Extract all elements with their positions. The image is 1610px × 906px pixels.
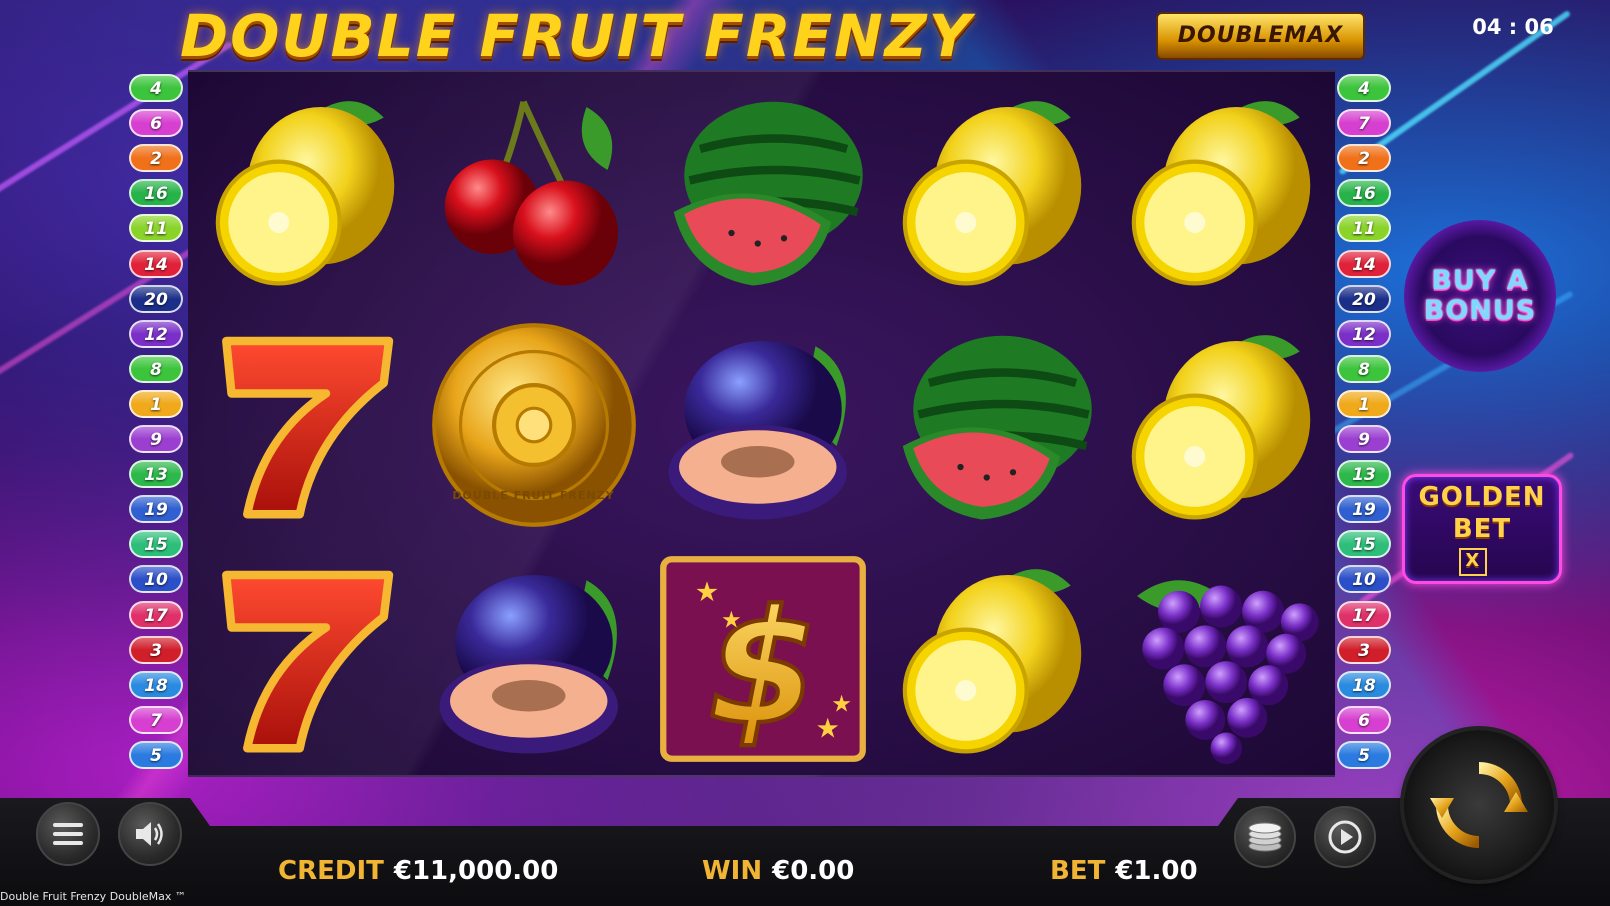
sound-icon [136, 822, 163, 846]
reel-grid: DOUBLE FRUIT FRENZY $ ★ ★ ★ ★ [188, 70, 1335, 777]
reel-symbol-watermelon [877, 308, 1106, 542]
payline-marker: 12 [129, 319, 183, 348]
payline-marker: 8 [129, 354, 183, 383]
coins-icon [1248, 822, 1282, 852]
spin-button[interactable] [1404, 730, 1554, 880]
doublemax-logo: DOUBLEMAX [1156, 12, 1365, 60]
buy-bonus-label-2: BONUS [1423, 295, 1537, 326]
buy-bonus-label-1: BUY A [1431, 265, 1529, 296]
payline-marker: 14 [129, 249, 183, 278]
payline-marker: 18 [1337, 670, 1391, 699]
golden-bet-label-2-text: BET [1452, 514, 1512, 544]
payline-marker: 3 [129, 635, 183, 664]
payline-marker: 2 [129, 144, 183, 173]
payline-marker: 17 [1337, 600, 1391, 629]
payline-marker: 5 [1337, 740, 1391, 769]
payline-marker: 17 [129, 600, 183, 629]
svg-text:$: $ [708, 577, 818, 760]
payline-marker: 4 [1337, 74, 1391, 102]
credit-label: CREDIT [278, 856, 384, 886]
payline-marker: 15 [129, 530, 183, 559]
svg-text:★: ★ [721, 608, 742, 634]
bet-display: BET €1.00 [1050, 856, 1198, 886]
reel-symbol-grapes [1106, 542, 1335, 776]
payline-marker: 10 [1337, 565, 1391, 594]
reel-symbol-coin: DOUBLE FRUIT FRENZY [419, 308, 648, 542]
payline-marker: 14 [1337, 249, 1391, 278]
win-value: €0.00 [772, 856, 855, 886]
payline-marker: 1 [1337, 389, 1391, 418]
payline-marker: 9 [129, 425, 183, 453]
payline-marker: 19 [129, 495, 183, 524]
payline-marker: 4 [129, 74, 183, 102]
payline-marker: 13 [129, 460, 183, 489]
autoplay-icon [1328, 820, 1362, 854]
reel-symbol-cherries [419, 74, 648, 308]
payline-marker: 12 [1337, 319, 1391, 348]
svg-text:★: ★ [815, 714, 839, 745]
payline-marker: 10 [129, 565, 183, 594]
reel-symbol-plum [648, 308, 877, 542]
svg-text:★: ★ [831, 692, 852, 718]
menu-icon [53, 823, 83, 845]
golden-bet-checkbox[interactable]: X [1458, 547, 1487, 576]
game-title: DOUBLE FRUIT FRENZY [180, 2, 973, 70]
golden-bet-label-2: BET X [1453, 513, 1511, 577]
golden-bet-button[interactable]: GOLDEN BET X [1402, 474, 1562, 584]
payline-marker: 3 [1337, 635, 1391, 664]
autoplay-button[interactable] [1314, 806, 1376, 868]
payline-marker: 1 [129, 389, 183, 418]
menu-button[interactable] [36, 802, 100, 866]
win-label: WIN [702, 856, 763, 886]
bet-label: BET [1050, 856, 1106, 886]
doublemax-logo-text: DOUBLEMAX [1177, 23, 1344, 48]
win-display: WIN €0.00 [702, 856, 854, 886]
payline-marker: 18 [129, 670, 183, 699]
reel-symbol-lemon [877, 74, 1106, 308]
spin-icon [1430, 762, 1528, 848]
svg-text:★: ★ [694, 577, 718, 608]
payline-marker: 19 [1337, 495, 1391, 524]
bet-coins-button[interactable] [1234, 806, 1296, 868]
golden-bet-label-1: GOLDEN [1418, 482, 1546, 512]
bet-value: €1.00 [1115, 856, 1198, 886]
payline-marker: 7 [129, 705, 183, 734]
coin-text: DOUBLE FRUIT FRENZY [452, 489, 615, 502]
payline-marker: 13 [1337, 460, 1391, 489]
payline-marker: 2 [1337, 144, 1391, 173]
game-name-footer: Double Fruit Frenzy DoubleMax ™ [0, 890, 186, 903]
payline-marker: 20 [1337, 284, 1391, 313]
sound-button[interactable] [118, 802, 182, 866]
reel-symbol-lemon [190, 74, 419, 308]
payline-marker: 6 [129, 109, 183, 138]
reel-symbol-watermelon [648, 74, 877, 308]
reel-symbol-lemon [877, 542, 1106, 776]
payline-marker: 20 [129, 284, 183, 313]
payline-marker: 11 [129, 214, 183, 243]
payline-marker: 11 [1337, 214, 1391, 243]
payline-marker: 7 [1337, 109, 1391, 138]
payline-marker: 5 [129, 740, 183, 769]
payline-marker: 9 [1337, 425, 1391, 453]
reel-symbol-lemon [1106, 308, 1335, 542]
payline-marker: 15 [1337, 530, 1391, 559]
credit-value: €11,000.00 [393, 856, 559, 886]
reel-symbol-dollar: $ ★ ★ ★ ★ [648, 542, 877, 776]
reel-symbol-seven [190, 542, 419, 776]
payline-marker: 8 [1337, 354, 1391, 383]
payline-marker: 6 [1337, 705, 1391, 734]
payline-marker: 16 [1337, 179, 1391, 208]
reel-symbol-plum [419, 542, 648, 776]
clock: 04 : 06 [1472, 15, 1554, 39]
credit-display: CREDIT €11,000.00 [278, 856, 558, 886]
payline-marker: 16 [129, 179, 183, 208]
reel-symbol-lemon [1106, 74, 1335, 308]
buy-a-bonus-button[interactable]: BUY A BONUS [1404, 220, 1556, 372]
reel-symbol-seven [190, 308, 419, 542]
